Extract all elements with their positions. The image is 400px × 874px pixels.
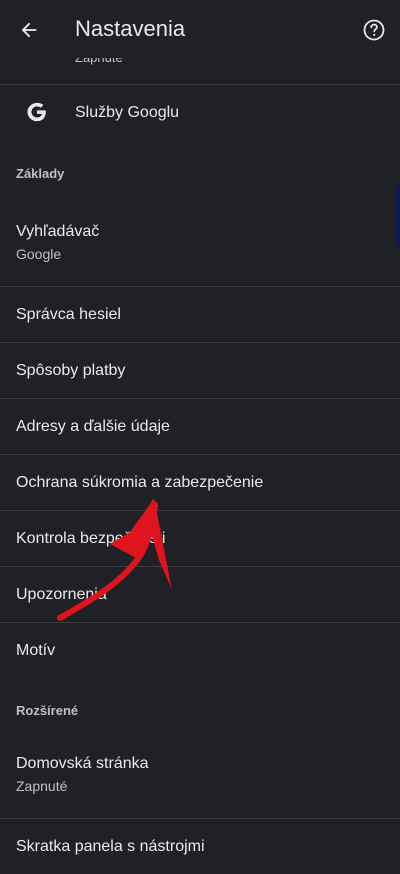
settings-item-privacy[interactable]: Ochrana súkromia a zabezpečenie xyxy=(0,455,400,510)
section-header-advanced: Rozšírené xyxy=(0,678,400,730)
settings-item-homepage[interactable]: Domovská stránka Zapnuté xyxy=(0,730,400,818)
password-manager-label: Správca hesiel xyxy=(16,306,121,323)
google-g-icon xyxy=(24,99,50,125)
privacy-label: Ochrana súkromia a zabezpečenie xyxy=(16,474,264,491)
settings-item-theme[interactable]: Motív xyxy=(0,623,400,678)
settings-list: Služby Googlu Základy Vyhľadávač Google … xyxy=(0,58,400,874)
settings-item-notifications[interactable]: Upozornenia xyxy=(0,567,400,622)
search-engine-value: Google xyxy=(16,246,62,262)
theme-label: Motív xyxy=(16,642,56,659)
toolbar-shortcut-label: Skratka panela s nástrojmi xyxy=(16,838,205,855)
settings-item-toolbar-shortcut[interactable]: Skratka panela s nástrojmi xyxy=(0,819,400,874)
section-title-basics: Základy xyxy=(16,166,65,181)
back-button[interactable] xyxy=(14,15,44,45)
section-title-advanced: Rozšírené xyxy=(16,703,79,718)
settings-item-safety-check[interactable]: Kontrola bezpečnosti xyxy=(0,511,400,566)
settings-item-password-manager[interactable]: Správca hesiel xyxy=(0,287,400,342)
search-engine-label: Vyhľadávač xyxy=(16,223,100,240)
help-circle-icon xyxy=(363,19,385,41)
arrow-left-icon xyxy=(21,22,37,38)
edge-mark xyxy=(396,186,400,246)
help-button[interactable] xyxy=(360,16,388,44)
page-title: Nastavenia xyxy=(75,16,186,41)
homepage-label: Domovská stránka xyxy=(16,755,149,772)
settings-item-payment-methods[interactable]: Spôsoby platby xyxy=(0,343,400,398)
settings-item-search-engine[interactable]: Vyhľadávač Google xyxy=(0,198,400,286)
safety-check-label: Kontrola bezpečnosti xyxy=(16,530,166,547)
notifications-label: Upozornenia xyxy=(16,586,107,603)
app-bar: Nastavenia xyxy=(0,0,400,58)
settings-item-addresses[interactable]: Adresy a ďalšie údaje xyxy=(0,399,400,454)
google-services-item[interactable]: Služby Googlu xyxy=(0,85,400,142)
section-header-basics: Základy xyxy=(0,142,400,198)
addresses-label: Adresy a ďalšie údaje xyxy=(16,418,170,435)
google-services-label: Služby Googlu xyxy=(75,104,180,121)
payment-methods-label: Spôsoby platby xyxy=(16,362,126,379)
homepage-value: Zapnuté xyxy=(16,778,68,794)
